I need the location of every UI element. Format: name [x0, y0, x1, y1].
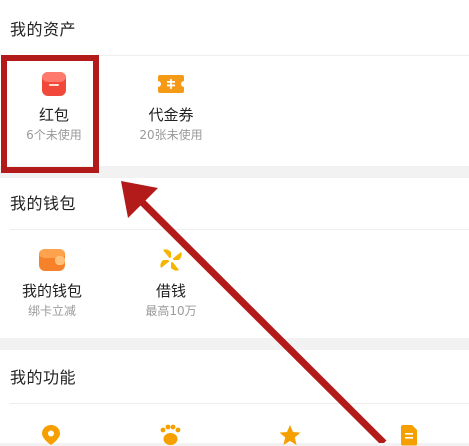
voucher-icon [158, 75, 184, 93]
pinwheel-icon [160, 249, 182, 271]
assets-section: 我的资产 红包 6个未使用 代金券 20张未使用 [0, 0, 469, 166]
wallet-tile[interactable]: 我的钱包 绑卡立减 [4, 246, 100, 319]
wallet-section-title: 我的钱包 [10, 194, 77, 213]
red-packet-label: 红包 [38, 106, 69, 124]
red-packet-count: 6个未使用 [26, 128, 82, 142]
section-divider [10, 403, 469, 404]
functions-section-title: 我的功能 [10, 368, 77, 387]
borrow-label: 借钱 [155, 282, 186, 300]
wallet-label: 我的钱包 [21, 282, 82, 300]
assets-section-title: 我的资产 [10, 20, 77, 39]
functions-section: 我的功能 [0, 350, 469, 446]
section-divider [10, 55, 469, 56]
borrow-limit: 最高10万 [145, 304, 197, 318]
wallet-icon [39, 249, 65, 271]
wallet-promo: 绑卡立减 [27, 304, 76, 318]
red-packet-icon [42, 72, 66, 96]
voucher-label: 代金券 [148, 106, 194, 124]
red-packet-tile[interactable]: 红包 6个未使用 [6, 70, 102, 143]
voucher-tile[interactable]: 代金券 20张未使用 [123, 70, 219, 143]
section-divider [10, 229, 469, 230]
borrow-tile[interactable]: 借钱 最高10万 [123, 246, 219, 319]
wallet-section: 我的钱包 我的钱包 绑卡立减 借钱 最高10万 [0, 178, 469, 338]
voucher-count: 20张未使用 [139, 128, 203, 142]
